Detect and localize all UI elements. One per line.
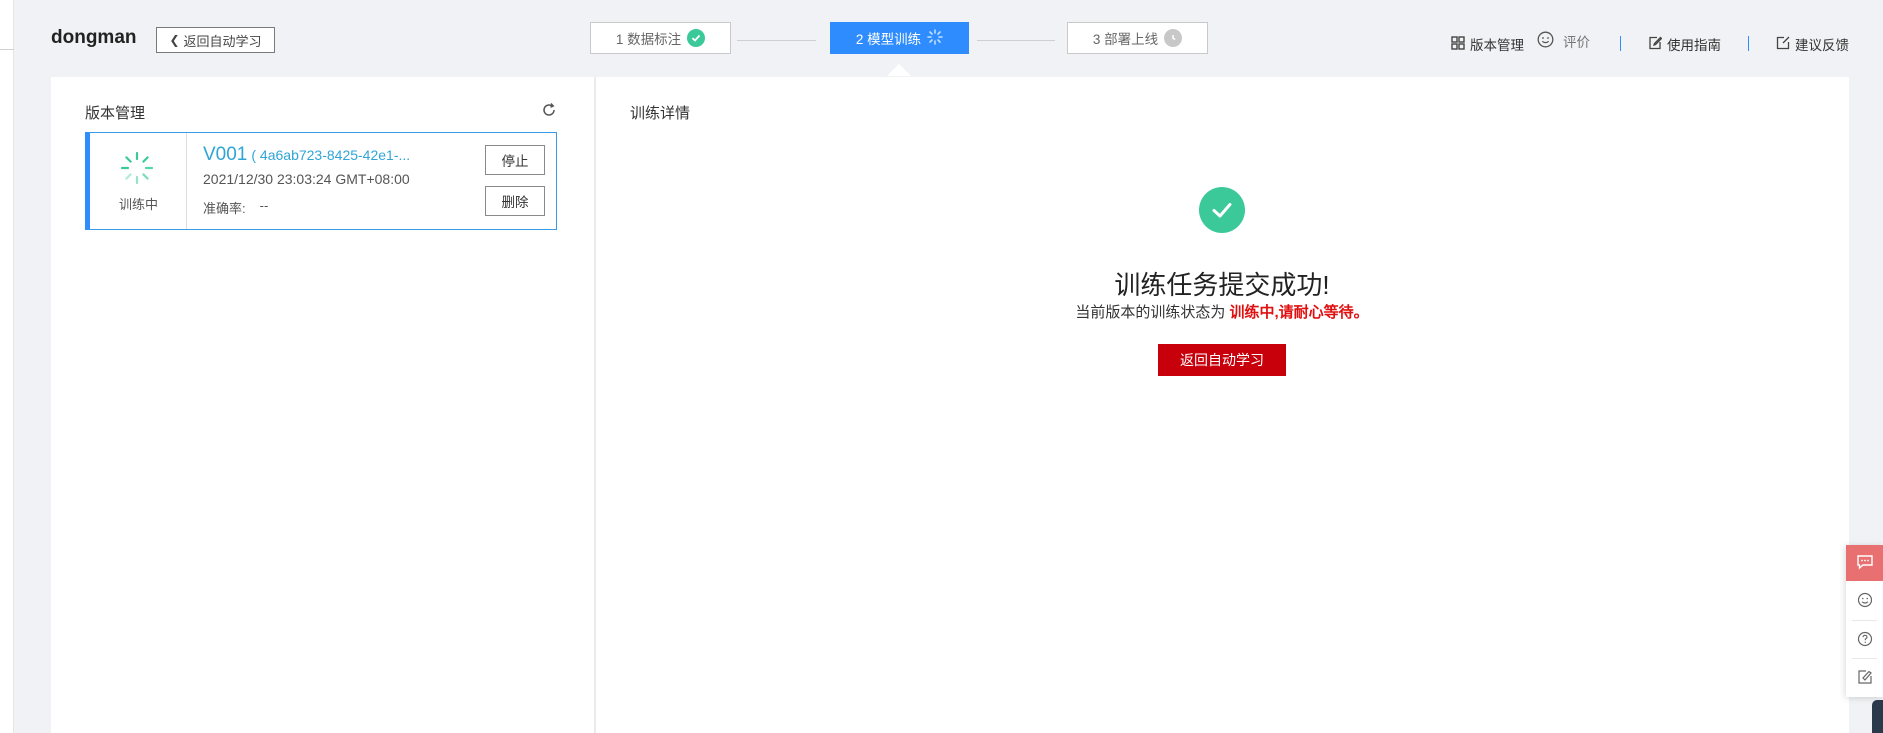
chevron-left-icon: ❮ bbox=[169, 33, 180, 47]
edit-doc-icon bbox=[1648, 36, 1663, 53]
accuracy-row: 准确率: -- bbox=[203, 198, 268, 217]
card-status-area: 训练中 bbox=[90, 133, 187, 229]
step-model-training[interactable]: 2 模型训练 bbox=[830, 22, 969, 54]
accuracy-label: 准确率: bbox=[203, 201, 246, 216]
external-edit-icon bbox=[1776, 36, 1790, 53]
app-name: dongman bbox=[51, 27, 137, 48]
edit-icon bbox=[1857, 669, 1873, 688]
back-button-label: 返回自动学习 bbox=[183, 33, 262, 49]
training-spinner-icon bbox=[119, 150, 155, 189]
step-connector bbox=[977, 40, 1055, 41]
rating-link[interactable]: 评价 bbox=[1537, 31, 1590, 51]
smiley-icon bbox=[1537, 31, 1554, 51]
training-status-label: 训练中 bbox=[118, 197, 158, 212]
active-step-pointer bbox=[887, 64, 911, 76]
loading-spinner-icon bbox=[927, 28, 943, 48]
feedback-link[interactable]: 建议反馈 bbox=[1776, 34, 1849, 54]
step-data-labeling[interactable]: 1 数据标注 bbox=[590, 22, 731, 54]
step-connector bbox=[737, 40, 816, 41]
floating-toolbar bbox=[1846, 545, 1883, 697]
training-details-panel bbox=[596, 77, 1849, 733]
rating-float-button[interactable] bbox=[1846, 583, 1883, 619]
header-separator bbox=[1620, 36, 1621, 51]
training-details-title: 训练详情 bbox=[630, 105, 691, 122]
version-date: 2021/12/30 23:03:24 GMT+08:00 bbox=[203, 171, 410, 187]
question-icon bbox=[1857, 631, 1873, 650]
version-management-title: 版本管理 bbox=[85, 105, 146, 122]
back-to-autolearning-button[interactable]: ❮ 返回自动学习 bbox=[156, 27, 275, 53]
left-edge-strip bbox=[0, 0, 14, 733]
feedback-float-button[interactable] bbox=[1846, 660, 1883, 696]
accuracy-value: -- bbox=[259, 198, 269, 213]
delete-button[interactable]: 删除 bbox=[485, 186, 545, 216]
success-check-icon bbox=[1199, 187, 1245, 233]
step-deployment[interactable]: 3 部署上线 bbox=[1067, 22, 1208, 54]
version-id: V001( 4a6ab723-8425-42e1-... bbox=[203, 144, 411, 165]
stop-button[interactable]: 停止 bbox=[485, 145, 545, 175]
version-management-link[interactable]: 版本管理 bbox=[1451, 34, 1524, 54]
status-highlight: 训练中,请耐心等待。 bbox=[1229, 304, 1369, 321]
version-card[interactable]: 训练中 V001( 4a6ab723-8425-42e1-... 2021/12… bbox=[85, 132, 557, 230]
check-circle-icon bbox=[687, 29, 706, 47]
header-separator bbox=[1748, 36, 1749, 51]
chat-icon bbox=[1856, 554, 1874, 573]
usage-guide-link[interactable]: 使用指南 bbox=[1648, 34, 1721, 54]
help-float-button[interactable] bbox=[1846, 622, 1883, 658]
refresh-icon[interactable] bbox=[541, 102, 557, 118]
version-uid: ( 4a6ab723-8425-42e1-... bbox=[251, 147, 411, 163]
success-title: 训练任务提交成功! bbox=[1114, 270, 1330, 300]
step-2-label: 2 模型训练 bbox=[855, 32, 922, 47]
grid-icon bbox=[1451, 35, 1465, 53]
corner-tab[interactable] bbox=[1872, 700, 1883, 733]
step-3-label: 3 部署上线 bbox=[1092, 32, 1159, 47]
success-description: 当前版本的训练状态为 训练中,请耐心等待。 bbox=[1075, 304, 1369, 321]
step-1-label: 1 数据标注 bbox=[615, 32, 682, 47]
return-autolearning-button[interactable]: 返回自动学习 bbox=[1158, 344, 1286, 376]
chat-button[interactable] bbox=[1846, 545, 1883, 581]
clock-icon bbox=[1164, 29, 1183, 47]
smiley-icon bbox=[1857, 592, 1873, 611]
